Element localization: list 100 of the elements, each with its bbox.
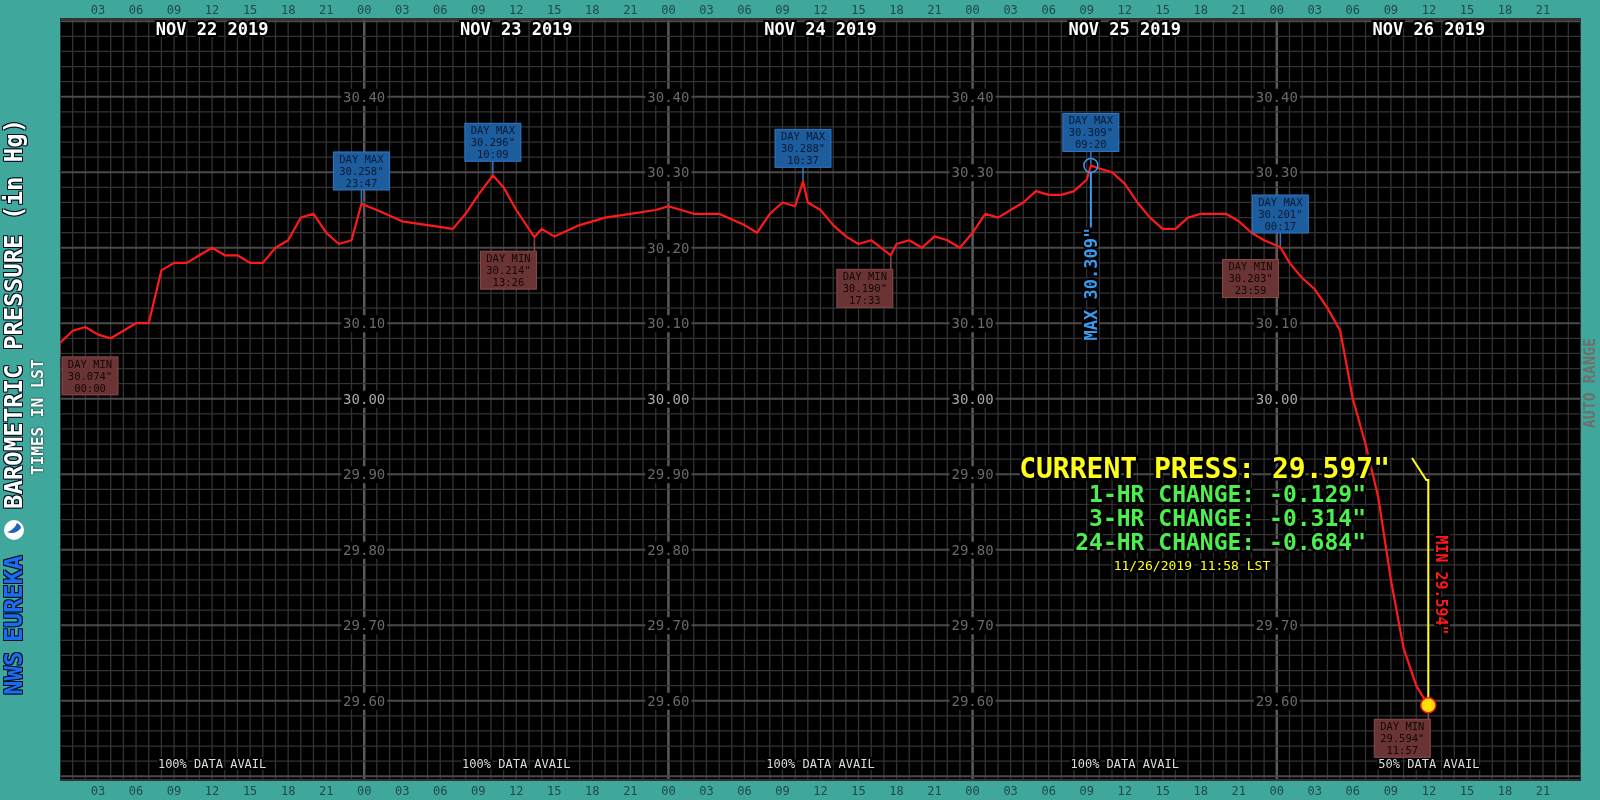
hour-tick-label: 15 [1155,3,1170,17]
hour-tick-label: 21 [1231,784,1246,798]
hour-tick-label: 03 [699,3,714,17]
office-label: EUREKA [0,554,28,642]
hour-tick-label: 09 [471,784,486,798]
hour-tick-label: 06 [1041,3,1056,17]
hour-tick-label: 00 [661,3,676,17]
hour-tick-label: 21 [1535,3,1551,17]
data-availability-label: 50% DATA AVAIL [1378,757,1480,771]
hour-tick-label: 18 [1497,784,1513,798]
data-availability-label: 100% DATA AVAIL [157,757,267,771]
hour-tick-label: 06 [1041,784,1056,798]
hour-tick-label: 12 [204,784,220,798]
hour-tick-label: 15 [1155,784,1170,798]
hour-tick-label: 12 [813,3,828,17]
leader-line [492,160,494,176]
chart-title: BAROMETRIC PRESSURE (in Hg) [0,118,28,509]
date-label: NOV 24 2019 [764,19,877,39]
hour-tick-label: 21 [927,784,942,798]
hour-tick-label: 18 [1497,3,1513,17]
hour-tick-label: 12 [509,784,524,798]
hour-tick-label: 06 [737,784,752,798]
hour-tick-label: 06 [128,3,144,17]
hour-tick-label: 00 [965,3,980,17]
hour-tick-label: 03 [395,3,410,17]
hour-tick-label: 03 [395,784,410,798]
emblem-icon [3,518,25,541]
pressure-tick-label: 30.10 [949,315,996,333]
data-availability-label: 100% DATA AVAIL [766,757,875,771]
max-marker-drawing [1083,157,1099,229]
pressure-tick-label: 30.10 [1253,315,1300,333]
hour-tick-label: 06 [433,784,448,798]
pressure-change-label: 3-HR CHANGE: -0.314" [1089,505,1366,531]
station-label: NWS [0,651,28,695]
hour-tick-label: 15 [547,3,562,17]
hour-tick-label: 00 [965,784,980,798]
hour-tick-label: 21 [318,3,334,17]
leader-line [802,166,804,182]
pressure-tick-label: 30.10 [341,315,388,333]
hour-tick-label: 03 [90,3,106,17]
hour-tick-label: 03 [1003,784,1018,798]
hour-tick-label: 18 [585,3,600,17]
day-min-tag: DAY MIN 30.214" 13:26 [479,250,537,290]
hour-tick-label: 09 [166,3,182,17]
pressure-tick-label: 29.90 [949,466,996,484]
hour-tick-label: 03 [1307,3,1323,17]
data-availability-label: 100% DATA AVAIL [1070,757,1179,771]
pressure-tick-label: 30.10 [645,315,692,333]
day-min-tag: DAY MIN 30.190" 17:33 [836,268,894,308]
day-max-tag: DAY MAX 30.201" 00:17 [1251,194,1309,234]
hour-tick-label: 09 [1079,784,1094,798]
hour-tick-label: 12 [1117,784,1132,798]
hour-tick-label: 15 [547,784,562,798]
hour-tick-label: 03 [699,784,714,798]
pressure-tick-label: 30.30 [645,164,692,182]
day-max-tag: DAY MAX 30.309" 09:20 [1062,112,1120,152]
hour-tick-label: 12 [204,3,220,17]
pressure-tick-label: 29.70 [645,617,692,635]
hour-tick-label: 18 [585,784,600,798]
hour-tick-label: 15 [242,784,258,798]
hour-tick-label: 06 [1345,784,1361,798]
pressure-tick-label: 30.30 [1253,164,1300,182]
hour-tick-label: 06 [128,784,144,798]
day-min-tag: DAY MIN 30.074" 00:00 [61,356,119,396]
current-point-marker [1420,697,1437,714]
date-label: NOV 25 2019 [1068,19,1181,39]
hour-tick-label: 21 [318,784,334,798]
day-max-tag: DAY MAX 30.296" 10:09 [464,122,522,162]
pressure-change-label: 1-HR CHANGE: -0.129" [1089,481,1366,507]
day-min-tag: DAY MIN 29.594" 11:57 [1373,718,1431,758]
hour-tick-label: 00 [356,3,372,17]
pressure-tick-label: 29.70 [1253,617,1300,635]
pressure-tick-label: 30.30 [949,164,996,182]
hour-tick-label: 21 [623,784,638,798]
leader-line [890,255,892,271]
hour-tick-label: 03 [1307,784,1323,798]
hour-tick-label: 15 [851,784,866,798]
pressure-change-label: 24-HR CHANGE: -0.684" [1075,529,1366,555]
hour-tick-label: 12 [509,3,524,17]
hour-tick-label: 03 [90,784,106,798]
time-zone-note: TIMES IN LST [28,359,47,475]
hour-tick-label: 00 [356,784,372,798]
hour-tick-label: 00 [661,784,676,798]
hour-tick-label: 15 [1459,784,1475,798]
hour-tick-label: 18 [889,784,904,798]
hour-tick-label: 12 [1421,3,1437,17]
hour-tick-label: 00 [1269,3,1285,17]
hour-tick-label: 09 [775,784,790,798]
min-value-label: MIN 29.594" [1432,535,1451,635]
hour-tick-label: 03 [1003,3,1018,17]
hour-tick-label: 21 [623,3,638,17]
hour-tick-label: 06 [1345,3,1361,17]
hour-tick-label: 09 [775,3,790,17]
hour-tick-label: 18 [1193,784,1208,798]
hour-tick-label: 00 [1269,784,1285,798]
pressure-tick-label: 29.70 [341,617,388,635]
date-label: NOV 26 2019 [1372,19,1486,39]
hour-tick-label: 09 [1383,3,1399,17]
hour-tick-label: 09 [1383,784,1399,798]
hour-tick-label: 09 [471,3,486,17]
